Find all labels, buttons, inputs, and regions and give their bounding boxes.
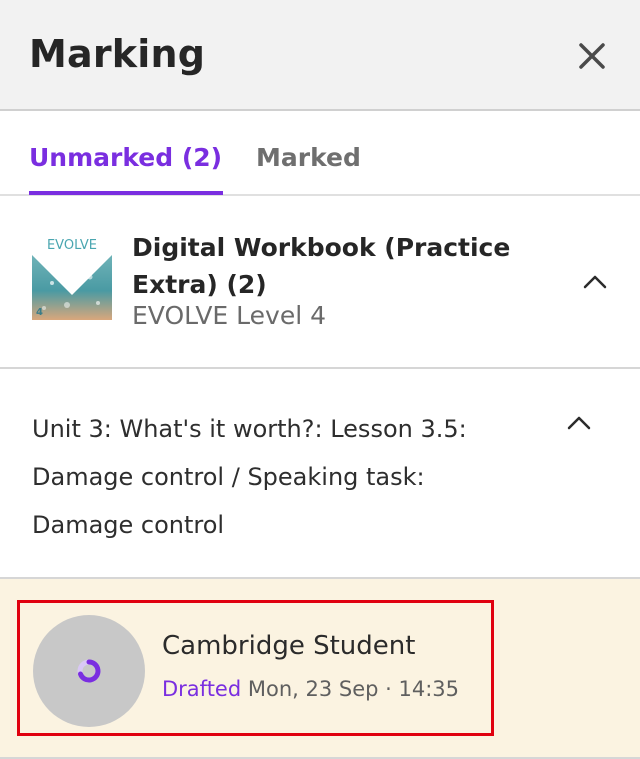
lesson-group-header[interactable]: Unit 3: What's it worth?: Lesson 3.5: Da… (0, 369, 640, 579)
chevron-up-icon[interactable] (566, 415, 592, 431)
loading-spinner-icon (77, 659, 101, 683)
marking-header: Marking (0, 0, 640, 111)
book-group-header[interactable]: EVOLVE 4 Digital Workbook (Practice Extr… (0, 196, 640, 369)
status-badge: Drafted (162, 677, 242, 701)
submission-date: Mon, 23 Sep · 14:35 (247, 677, 460, 701)
close-button[interactable] (574, 38, 610, 74)
submission-status-line: Drafted Mon, 23 Sep · 14:35 (162, 677, 459, 701)
tab-marked[interactable]: Marked (256, 143, 361, 195)
book-cover-image: EVOLVE 4 (32, 233, 112, 320)
close-icon (579, 43, 605, 69)
avatar (33, 615, 145, 727)
student-name: Cambridge Student (162, 631, 416, 661)
book-title: Digital Workbook (Practice Extra) (2) (132, 233, 511, 299)
student-submission-item[interactable]: Cambridge Student Drafted Mon, 23 Sep · … (17, 600, 494, 736)
lesson-title: Unit 3: What's it worth?: Lesson 3.5: Da… (32, 415, 467, 539)
chevron-up-icon[interactable] (582, 274, 608, 290)
submission-row: Cambridge Student Drafted Mon, 23 Sep · … (0, 579, 640, 759)
marking-tabs: Unmarked (2) Marked (0, 111, 640, 196)
book-subtitle: EVOLVE Level 4 (132, 301, 327, 330)
tab-unmarked[interactable]: Unmarked (2) (29, 143, 223, 195)
cover-brand-text: EVOLVE (47, 238, 97, 253)
cover-level-text: 4 (36, 307, 43, 318)
page-title: Marking (29, 32, 206, 76)
